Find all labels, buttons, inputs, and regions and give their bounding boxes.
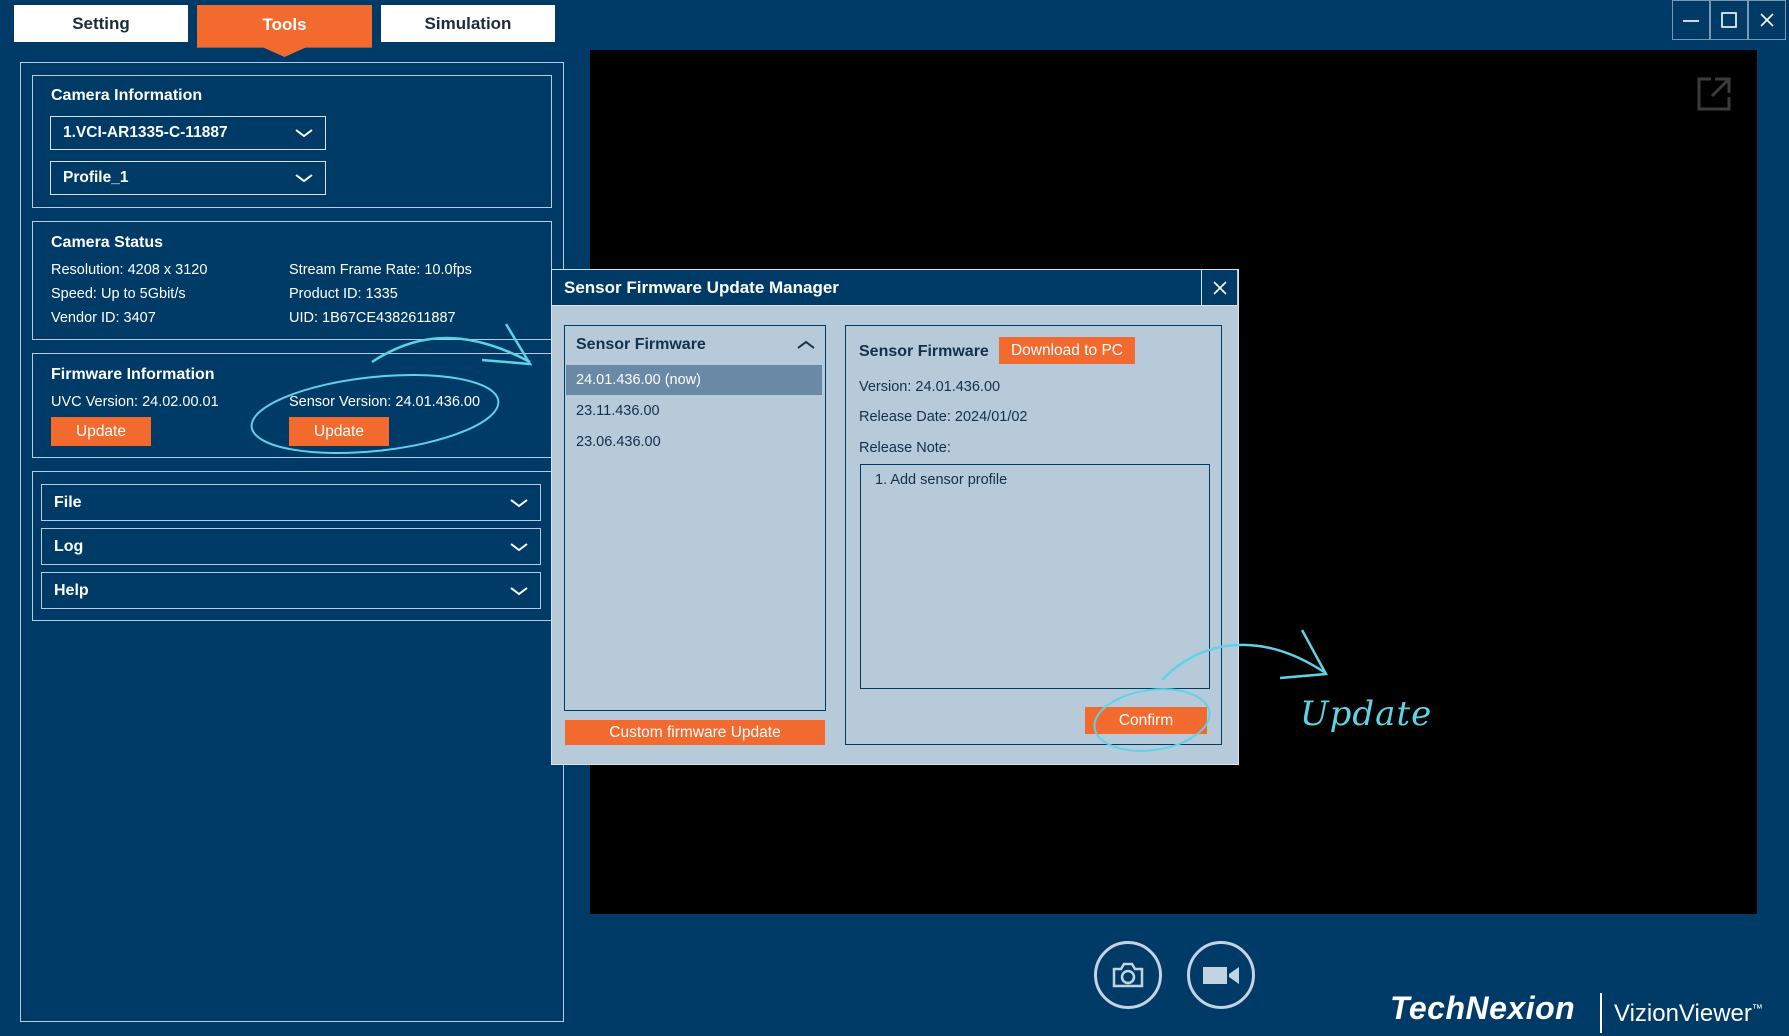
release-note-label: Release Note: — [859, 440, 951, 456]
tab-setting[interactable]: Setting — [14, 5, 188, 42]
dialog-title-text: Sensor Firmware Update Manager — [564, 277, 839, 297]
chevron-down-icon — [295, 174, 313, 183]
camera-select[interactable]: 1.VCI-AR1335-C-11887 — [50, 116, 326, 150]
firmware-version-item[interactable]: 23.06.436.00 — [566, 427, 822, 457]
close-icon — [1213, 281, 1227, 295]
custom-firmware-update-button[interactable]: Custom firmware Update — [565, 720, 825, 745]
camera-select-value: 1.VCI-AR1335-C-11887 — [63, 124, 228, 141]
firmware-list-title: Sensor Firmware — [576, 336, 706, 353]
release-date-text: Release Date: 2024/01/02 — [859, 409, 1028, 425]
file-accordion-label: File — [54, 493, 82, 511]
firmware-version-item[interactable]: 23.11.436.00 — [566, 396, 822, 426]
chevron-down-icon — [510, 498, 528, 507]
popout-button[interactable] — [1695, 75, 1733, 113]
tab-simulation[interactable]: Simulation — [381, 5, 555, 42]
sensor-version-text: Sensor Version: 24.01.436.00 — [289, 394, 481, 410]
download-to-pc-button[interactable]: Download to PC — [999, 337, 1135, 364]
trademark-mark: ™ — [1751, 1003, 1763, 1015]
technexion-logo: TechNexion — [1390, 990, 1576, 1026]
log-accordion-label: Log — [54, 537, 84, 555]
camera-information-title: Camera Information — [51, 87, 203, 104]
help-accordion-label: Help — [54, 581, 89, 599]
popout-icon — [1697, 77, 1731, 111]
update-annotation: Update — [1300, 694, 1433, 734]
camera-status-title: Camera Status — [51, 234, 164, 251]
tab-setting-label: Setting — [72, 13, 130, 33]
sensor-update-button[interactable]: Update — [289, 417, 389, 446]
chevron-down-icon — [510, 586, 528, 595]
firmware-version-text: Version: 24.01.436.00 — [859, 379, 1001, 395]
brand-divider — [1600, 993, 1602, 1033]
uvc-version-text: UVC Version: 24.02.00.01 — [51, 394, 219, 410]
vizionviewer-logo: VizionViewer™ — [1614, 1000, 1763, 1028]
minimize-icon — [1683, 20, 1699, 22]
uvc-update-button[interactable]: Update — [51, 417, 151, 446]
help-accordion[interactable]: Help — [41, 572, 541, 609]
release-note-box: 1. Add sensor profile — [860, 464, 1210, 689]
vendor-id-text: Vendor ID: 3407 — [51, 310, 156, 326]
dialog-close-button[interactable] — [1201, 270, 1238, 306]
tab-tools[interactable]: Tools — [197, 5, 372, 57]
close-icon — [1760, 13, 1774, 27]
profile-select[interactable]: Profile_1 — [50, 161, 326, 195]
resolution-text: Resolution: 4208 x 3120 — [51, 262, 208, 278]
firmware-version-item[interactable]: 24.01.436.00 (now) — [566, 365, 822, 395]
chevron-down-icon — [510, 542, 528, 551]
release-note-text: 1. Add sensor profile — [875, 472, 1008, 488]
log-accordion[interactable]: Log — [41, 528, 541, 565]
chevron-down-icon — [295, 129, 313, 138]
speed-text: Speed: Up to 5Gbit/s — [51, 286, 186, 302]
product-id-text: Product ID: 1335 — [289, 286, 398, 302]
firmware-information-title: Firmware Information — [51, 366, 215, 383]
uid-text: UID: 1B67CE4382611887 — [289, 310, 456, 326]
camera-icon — [1112, 962, 1144, 988]
record-video-button[interactable] — [1187, 941, 1255, 1009]
maximize-icon — [1721, 12, 1737, 28]
profile-select-value: Profile_1 — [63, 169, 129, 186]
vizionviewer-name: VizionViewer — [1614, 1000, 1752, 1027]
dialog-title: Sensor Firmware Update Manager — [552, 270, 1237, 306]
chevron-up-icon[interactable] — [797, 340, 815, 350]
frame-rate-text: Stream Frame Rate: 10.0fps — [289, 262, 472, 278]
tab-tools-label: Tools — [262, 15, 307, 34]
file-accordion[interactable]: File — [41, 484, 541, 521]
tab-simulation-label: Simulation — [424, 13, 512, 33]
minimize-button[interactable] — [1672, 0, 1710, 40]
firmware-update-dialog: Sensor Firmware Update Manager Sensor Fi… — [551, 269, 1239, 765]
maximize-button[interactable] — [1710, 0, 1748, 40]
close-button[interactable] — [1748, 0, 1786, 40]
video-icon — [1203, 967, 1239, 984]
capture-photo-button[interactable] — [1094, 941, 1162, 1009]
firmware-detail-title: Sensor Firmware — [859, 343, 989, 360]
confirm-button[interactable]: Confirm — [1085, 707, 1207, 734]
